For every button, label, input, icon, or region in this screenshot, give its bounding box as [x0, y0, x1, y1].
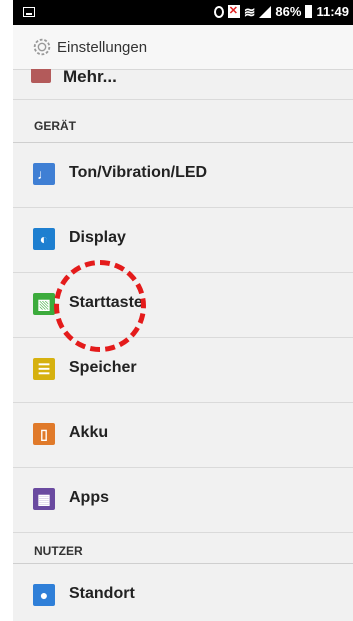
status-bar: ≋ 86% 11:49 — [13, 0, 353, 25]
list-item-apps[interactable]: ▦ Apps — [13, 468, 353, 533]
storage-icon: ☰ — [33, 358, 55, 380]
list-item-label: Speicher — [69, 359, 137, 376]
section-label: NUTZER — [34, 544, 83, 558]
location-icon: ● — [33, 584, 55, 606]
signal-icon — [259, 5, 272, 18]
status-icons: ≋ 86% 11:49 — [213, 3, 349, 20]
phone-screen: ≋ 86% 11:49 Einstellungen Mehr... GERÄT … — [13, 0, 353, 621]
notification-icon — [227, 4, 240, 18]
wifi-icon: ≋ — [243, 3, 256, 20]
list-item-label: Apps — [69, 489, 109, 506]
sound-icon: ♩ — [33, 163, 55, 185]
app-bar: Einstellungen — [13, 25, 353, 70]
more-icon — [31, 69, 51, 83]
list-item-sound[interactable]: ♩ Ton/Vibration/LED — [13, 143, 353, 208]
section-header-user: NUTZER — [13, 533, 353, 564]
display-icon: ◐ — [33, 228, 55, 250]
home-key-icon: ▧ — [33, 293, 55, 315]
list-item-label: Standort — [69, 585, 135, 602]
list-item-more[interactable]: Mehr... — [13, 69, 353, 100]
battery-icon — [305, 5, 313, 18]
list-item-label: Ton/Vibration/LED — [69, 164, 208, 181]
battery-icon: ▯ — [33, 423, 55, 445]
section-label: GERÄT — [34, 119, 76, 133]
list-item-label: Mehr... — [63, 69, 117, 86]
list-item-location[interactable]: ● Standort — [13, 564, 353, 621]
list-item-label: Akku — [69, 424, 109, 441]
apps-icon: ▦ — [33, 488, 55, 510]
list-item-home-key[interactable]: ▧ Starttaste — [13, 273, 353, 338]
list-item-storage[interactable]: ☰ Speicher — [13, 338, 353, 403]
list-item-display[interactable]: ◐ Display — [13, 208, 353, 273]
sync-icon — [213, 5, 224, 18]
section-header-device: GERÄT — [13, 100, 353, 143]
list-item-label: Display — [69, 229, 126, 246]
list-item-label: Starttaste — [69, 294, 143, 311]
list-item-battery[interactable]: ▯ Akku — [13, 403, 353, 468]
battery-percent: 86% — [275, 4, 302, 19]
settings-list: Mehr... GERÄT ♩ Ton/Vibration/LED ◐ Disp… — [13, 69, 353, 621]
page-title: Einstellungen — [57, 38, 148, 56]
settings-gear-icon[interactable] — [31, 36, 53, 58]
clock: 11:49 — [316, 4, 349, 19]
screenshot-icon — [23, 7, 35, 17]
